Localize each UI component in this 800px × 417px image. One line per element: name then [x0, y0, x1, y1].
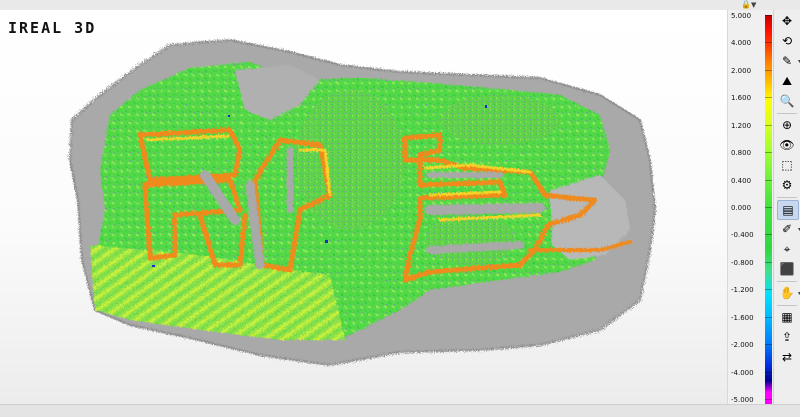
zoom-button[interactable]: 🔍: [777, 92, 797, 110]
annotate-button[interactable]: ✎ ▾: [777, 52, 800, 70]
annotate-icon: ✎: [781, 54, 793, 68]
scale-tick-label: -0.400: [731, 231, 754, 240]
color-scale-bar: [765, 15, 772, 404]
scale-tick-mark: [765, 371, 772, 373]
toolbar-separator: [777, 281, 797, 282]
scale-tick-label: -1.600: [731, 313, 754, 322]
scale-tick-label: -1.200: [731, 286, 754, 295]
scale-tick-mark: [765, 289, 772, 291]
scale-tick-label: 0.800: [731, 149, 752, 158]
scale-tick-label: -5.000: [731, 396, 754, 404]
deviation-map-button[interactable]: ▤: [777, 200, 799, 220]
brand-logo: IREAL 3D: [8, 19, 97, 37]
scale-tick-label: 1.200: [731, 121, 752, 130]
rotate-button[interactable]: ⟲: [777, 32, 797, 50]
toolbar-separator: [777, 197, 797, 198]
deviation-map-icon: ▤: [782, 203, 794, 217]
scale-tick-label: 4.000: [731, 39, 752, 48]
brush-icon: ⬛: [779, 262, 795, 276]
scale-tick-mark: [765, 234, 772, 236]
scale-tick-mark: [765, 15, 772, 16]
measure-plane-button[interactable]: ⛰: [777, 72, 797, 90]
cube-view-icon: ⬚: [781, 158, 793, 172]
scale-tick-label: 2.000: [731, 66, 752, 75]
scale-tick-mark: [765, 399, 772, 400]
rotate-icon: ⟲: [781, 34, 793, 48]
hand-pan-icon: ✋: [779, 286, 795, 300]
zoom-fit-button[interactable]: ⊕: [777, 116, 797, 134]
measure-plane-icon: ⛰: [781, 74, 793, 88]
view-icon: 👁: [779, 138, 795, 152]
status-bar: [0, 404, 800, 417]
share-icon: ⇄: [781, 350, 793, 364]
cube-view-button[interactable]: ⬚: [777, 156, 797, 174]
color-probe-button[interactable]: ✐ ▾: [777, 220, 800, 238]
scale-tick-mark: [765, 152, 772, 154]
scale-tick-mark: [765, 97, 772, 99]
scale-tick-label: 5.000: [731, 12, 752, 20]
chevron-down-icon[interactable]: ▼: [751, 1, 756, 9]
scale-tick-mark: [765, 69, 772, 71]
zoom-fit-icon: ⊕: [781, 118, 793, 132]
scale-tick-mark: [765, 344, 772, 346]
move-axes-icon: ✥: [781, 14, 793, 28]
export-icon: ⇪: [781, 330, 793, 344]
scale-tick-mark: [765, 179, 772, 181]
scale-tick-label: 1.600: [731, 94, 752, 103]
scale-tick-label: 0.000: [731, 204, 752, 212]
export-button[interactable]: ⇪: [777, 328, 797, 346]
view-button[interactable]: 👁: [777, 136, 797, 154]
scale-tick-label: 0.400: [731, 176, 752, 185]
scale-tick-mark: [765, 207, 772, 208]
brush-button[interactable]: ⬛: [777, 260, 797, 278]
scale-tick-label: -0.800: [731, 258, 754, 267]
share-button[interactable]: ⇄: [777, 348, 797, 366]
scale-tick-label: -4.000: [731, 368, 754, 377]
deviation-color-scale: 5.000 4.000 2.000 1.600 1.200 0.800 0.400 0.000…: [727, 10, 773, 404]
scale-tick-mark: [765, 261, 772, 263]
settings-icon: ⚙: [781, 178, 793, 192]
point-cloud-deviation-map[interactable]: [0, 10, 727, 404]
report-button[interactable]: ▦: [777, 308, 797, 326]
lock-icon[interactable]: 🔒: [741, 1, 751, 9]
scale-tick-mark: [765, 124, 772, 126]
hand-pan-button[interactable]: ✋ ▾: [777, 284, 800, 302]
pick-point-icon: ⌖: [783, 242, 791, 256]
report-icon: ▦: [781, 310, 793, 324]
move-axes-button[interactable]: ✥: [777, 12, 797, 30]
scale-tick-mark: [765, 42, 772, 44]
scale-tick-mark: [765, 316, 772, 318]
zoom-icon: 🔍: [779, 94, 795, 108]
right-toolbar: ✥ ⟲ ✎ ▾ ⛰ 🔍 ⊕ 👁 ⬚ ⚙ ▤ ✐ ▾ ⌖ ⬛ ✋ ▾ ▦ ⇪ ⇄: [773, 10, 800, 404]
toolbar-separator: [777, 305, 797, 306]
scale-tick-label: -2.000: [731, 341, 754, 350]
settings-button[interactable]: ⚙: [777, 176, 797, 194]
toolbar-separator: [777, 113, 797, 114]
color-probe-icon: ✐: [781, 222, 793, 236]
pick-point-button[interactable]: ⌖: [777, 240, 797, 258]
3d-viewport[interactable]: IREAL 3D: [0, 10, 727, 404]
